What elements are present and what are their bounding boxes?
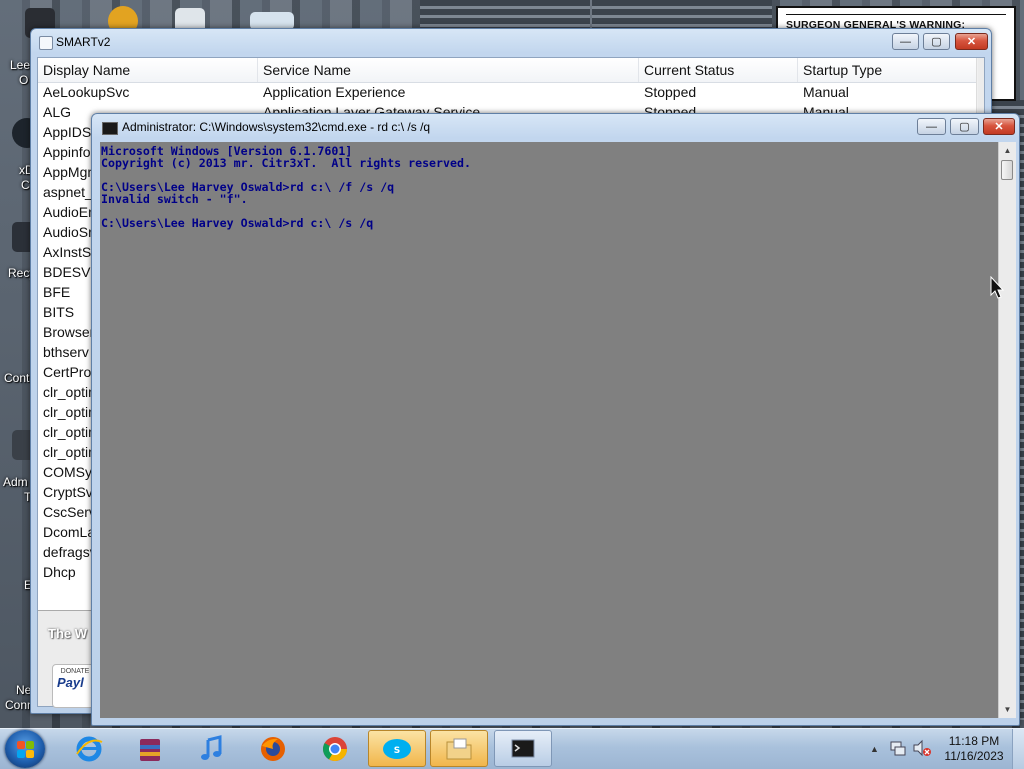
start-button[interactable] [5,730,45,768]
taskbar-ie-button[interactable] [60,730,118,767]
firefox-icon [261,736,285,761]
smartv2-title: SMARTv2 [56,35,111,49]
folder-icon [446,738,472,759]
column-startup-type[interactable]: Startup Type [798,58,976,82]
svg-text:S: S [394,746,400,756]
desktop-label-user[interactable]: Lee [10,58,30,72]
skype-icon: S [383,738,411,759]
desktop-label-c[interactable]: C [21,178,30,192]
ie-icon [76,736,103,761]
maximize-button[interactable]: ▢ [923,33,950,50]
volume-muted-icon[interactable] [912,739,932,757]
maximize-icon: ▢ [959,121,970,133]
desktop-label-control[interactable]: Cont [4,371,29,385]
services-list-header: Display Name Service Name Current Status… [38,58,976,83]
console-line: Invalid switch - "f". [101,192,248,206]
show-desktop-button[interactable] [1012,729,1024,769]
taskbar-chrome-button[interactable] [306,730,364,767]
cell-display-name: Appinfo [43,144,91,160]
show-hidden-icons-icon[interactable]: ▲ [870,744,879,754]
winrar-icon [140,738,160,761]
system-clock[interactable]: 11:18 PM 11/16/2023 [938,734,1010,764]
windows-logo-icon-part [26,741,34,749]
itunes-icon [201,734,222,760]
console-line: C:\Users\Lee Harvey Oswald>rd c:\ /s /q [101,216,374,230]
cell-display-name: bthserv [43,344,89,360]
scroll-up-arrow-icon[interactable]: ▲ [977,58,978,75]
taskbar-itunes-button[interactable] [182,730,240,767]
maximize-button[interactable]: ▢ [950,118,979,135]
close-icon: ✕ [994,121,1004,133]
desktop-label-user-2[interactable]: O [19,73,28,87]
cell-display-name: ALG [43,104,72,120]
app-window-icon [39,36,53,50]
network-icon[interactable] [889,739,907,757]
maximize-icon: ▢ [931,36,942,48]
close-icon: ✕ [966,36,977,48]
cell-current-status: Stopped [644,84,697,100]
taskbar-firefox-button[interactable] [244,730,302,767]
taskbar-cmd-button[interactable] [494,730,552,767]
footer-banner-text: The W [48,626,87,641]
chrome-icon [322,736,347,761]
cmd-app-icon [102,122,118,135]
cmd-titlebar[interactable]: Administrator: C:\Windows\system32\cmd.e… [92,114,1019,142]
taskbar: S ▲ 11:18 PM 11/16/2023 [0,728,1024,769]
scroll-down-arrow-icon[interactable]: ▼ [999,701,1016,718]
close-button[interactable]: ✕ [983,118,1015,135]
minimize-button[interactable]: — [892,33,919,50]
scroll-up-arrow-icon[interactable]: ▲ [999,142,1016,159]
column-service-name[interactable]: Service Name [258,58,639,82]
console-output[interactable]: Microsoft Windows [Version 6.1.7601] Cop… [100,142,998,718]
cell-display-name: AeLookupSvc [43,84,130,100]
minimize-button[interactable]: — [917,118,946,135]
column-current-status[interactable]: Current Status [639,58,798,82]
service-row[interactable]: AeLookupSvc Application Experience Stopped… [38,83,976,103]
taskbar-folder-button[interactable] [430,730,488,767]
cell-startup-type: Manual [803,84,849,100]
console-line: Copyright (c) 2013 mr. Citr3xT. All righ… [101,156,471,170]
smartv2-titlebar[interactable]: SMARTv2 — ▢ ✕ [31,29,991,57]
minimize-icon: — [900,35,911,48]
cell-display-name: BFE [43,284,71,300]
clock-time: 11:18 PM [948,734,1000,748]
cell-display-name: BITS [43,304,75,320]
cmd-icon [511,739,535,757]
windows-logo-icon-part [26,750,34,758]
background-building [420,0,590,30]
console-scrollbar[interactable]: ▲ ▼ [998,142,1016,718]
taskbar-winrar-button[interactable] [121,730,179,767]
windows-logo-icon-part [17,750,25,758]
mouse-pointer-icon [990,276,1005,299]
cell-display-name: Dhcp [43,564,76,580]
desktop-label-admin[interactable]: Adm [3,475,28,489]
taskbar-skype-button[interactable]: S [368,730,426,767]
scrollbar-thumb[interactable] [1001,160,1013,180]
clock-date: 11/16/2023 [944,749,1004,763]
minimize-icon: — [926,120,937,133]
close-button[interactable]: ✕ [955,33,988,50]
column-display-name[interactable]: Display Name [38,58,258,82]
smartv2-footer: The W DONATE Payl [38,612,98,712]
windows-logo-icon [17,741,25,749]
background-building [592,0,772,28]
cell-display-name: Browser [43,324,95,340]
cmd-title: Administrator: C:\Windows\system32\cmd.e… [122,120,431,134]
cell-service-name: Application Experience [263,84,406,100]
cmd-window[interactable]: Administrator: C:\Windows\system32\cmd.e… [91,113,1020,726]
